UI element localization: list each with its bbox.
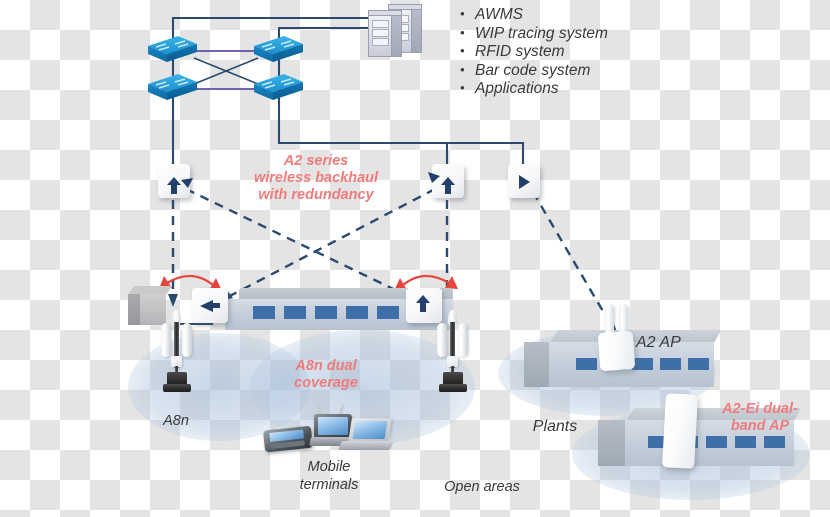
plant-lower-window: [706, 436, 727, 448]
a2-ap-device[interactable]: [596, 304, 640, 372]
annotation-coverage-line2: coverage: [294, 375, 358, 391]
plant-upper-window: [576, 358, 597, 370]
backhaul-ap-right[interactable]: [508, 164, 540, 198]
label-mobile-line1: Mobile: [307, 459, 351, 475]
warehouse-window: [253, 306, 275, 319]
plant-lower-side: [598, 420, 626, 466]
a8n-tower-left: [156, 310, 196, 392]
annotation-backhaul-line1: A2 series: [283, 153, 349, 169]
edge-ap-left-icon: [200, 300, 220, 312]
tower-antenna-cylinder: [458, 323, 468, 357]
annotation-a2-ei-dual-band: A2-Ei dual- band AP: [700, 401, 820, 435]
tower-base-lower: [163, 384, 191, 392]
annotation-backhaul-line3: with redundancy: [258, 187, 374, 203]
tower-base-lower: [439, 384, 467, 392]
label-a2-ap: A2 AP: [636, 334, 681, 351]
a8n-tower-right: [432, 310, 472, 392]
label-open-areas: Open areas: [444, 479, 520, 495]
edge-ap-left[interactable]: [192, 288, 228, 323]
label-mobile-line2: terminals: [299, 477, 359, 493]
annotation-backhaul-line2: wireless backhaul: [253, 170, 379, 186]
backhaul-ap-right-icon: [519, 175, 530, 189]
a2-ei-dual-band-ap-device[interactable]: [662, 393, 698, 469]
plant-upper-window: [660, 358, 681, 370]
annotation-backhaul: A2 series wireless backhaul with redunda…: [236, 153, 396, 204]
plant-lower-window: [735, 436, 756, 448]
tower-antenna-cylinder: [161, 323, 171, 357]
mobile-terminal-laptop: [337, 418, 395, 452]
annotation-coverage-line1: A8n dual: [295, 358, 357, 374]
laptop-screen: [352, 421, 388, 439]
label-plants: Plants: [532, 418, 578, 435]
plant-upper-side: [524, 342, 550, 387]
warehouse-window: [315, 306, 337, 319]
warehouse-window: [284, 306, 306, 319]
label-mobile-terminals: Mobile terminals: [274, 458, 384, 494]
annotation-a8n-dual-coverage: A8n dual coverage: [265, 358, 387, 392]
a2-ap-panel[interactable]: [597, 330, 636, 372]
diagram-canvas: AWMS WIP tracing system RFID system Bar …: [0, 0, 830, 517]
tower-antenna-cylinder: [182, 323, 192, 357]
annotation-dualband-line1: A2-Ei dual-: [722, 401, 798, 417]
label-a8n: A8n: [163, 413, 189, 429]
annotation-dualband-line2: band AP: [730, 418, 790, 434]
warehouse-window: [377, 306, 399, 319]
plant-lower-window: [764, 436, 785, 448]
tower-antenna-cylinder: [437, 323, 447, 357]
warehouse-window: [346, 306, 368, 319]
plant-upper-window: [688, 358, 709, 370]
